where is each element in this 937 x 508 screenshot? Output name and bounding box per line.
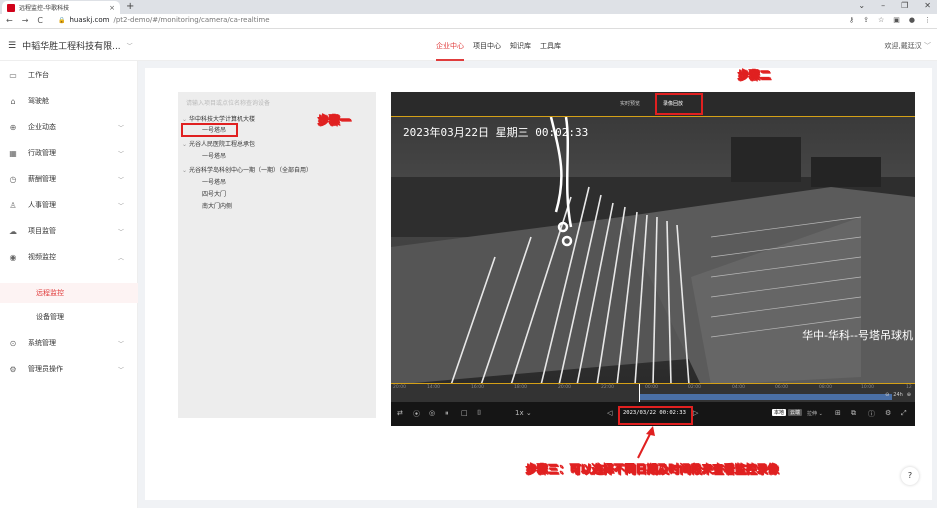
help-button[interactable]: ? (901, 467, 919, 485)
step3-arrow (637, 426, 655, 459)
step3-callout: 步骤三：可以选择不同日期及时间段来查看监控录像 (526, 463, 780, 477)
